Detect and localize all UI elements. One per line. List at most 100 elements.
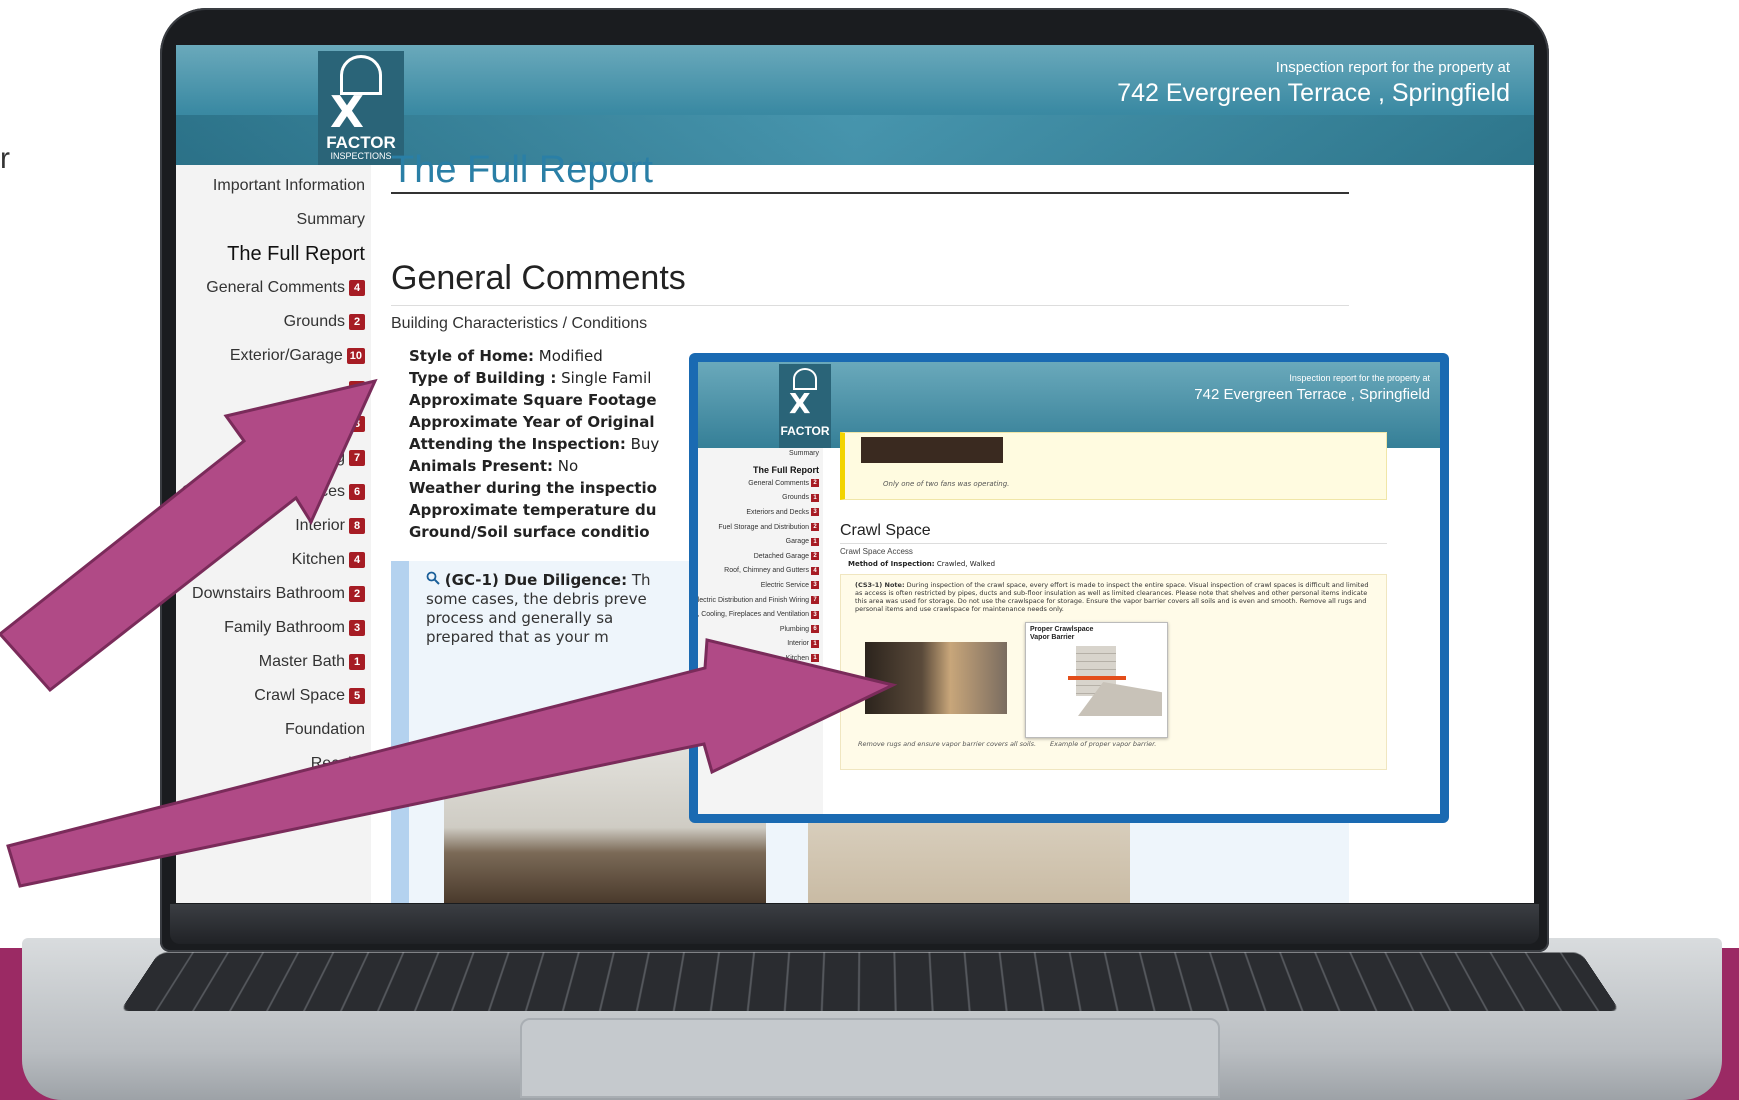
count-badge: 1 xyxy=(349,654,365,670)
sidebar-item[interactable]: Grounds 2 xyxy=(284,313,365,331)
inset-sidebar-item[interactable]: Roof, Chimney and Gutters 4 xyxy=(724,566,819,575)
count-badge: 3 xyxy=(349,381,365,397)
sidebar-item[interactable]: Crawl Space 5 xyxy=(254,687,365,705)
count-badge: 6 xyxy=(349,484,365,500)
count-badge: 6 xyxy=(811,625,819,634)
inset-sidebar-item[interactable]: The Full Report xyxy=(753,465,819,475)
inset-header-subtitle: Inspection report for the property at xyxy=(1289,373,1430,383)
sidebar-item[interactable]: General Comments 4 xyxy=(206,279,365,297)
sidebar-item[interactable]: cal 3 xyxy=(325,415,365,433)
characteristic-label: Animals Present: xyxy=(409,457,553,475)
inset-sidebar-item[interactable]: Electric Distribution and Finish Wiring 7 xyxy=(698,596,819,604)
sidebar-item[interactable]: Receipt xyxy=(311,755,365,773)
inset-crawlspace-photo[interactable] xyxy=(865,642,1007,714)
inset-sidebar-item[interactable]: Detached Garage 2 xyxy=(754,552,819,561)
inset-sidebar-item-label: Roof, Chimney and Gutters xyxy=(724,567,809,575)
subsection-heading: Building Characteristics / Conditions xyxy=(391,315,648,332)
inset-sidebar-item[interactable]: General Comments 2 xyxy=(748,479,819,488)
sidebar-item[interactable]: 3 xyxy=(345,381,365,397)
inset-sidebar-item-label: Plumbing xyxy=(779,625,809,633)
sidebar-item-label: Family Bathroom xyxy=(224,619,345,636)
sidebar-item[interactable]: umbing 7 xyxy=(293,449,365,467)
count-badge: 1 xyxy=(811,683,819,692)
characteristic-label: Ground/Soil surface conditio xyxy=(409,523,650,541)
inset-photo-caption: Only one of two fans was operating. xyxy=(883,480,1010,488)
inset-sidebar-item-label: Contracts xyxy=(789,712,819,720)
inset-sidebar-item-label: Summary xyxy=(789,450,819,457)
count-badge: 1 xyxy=(811,639,819,648)
inset-sidebar-item[interactable]: Summary xyxy=(789,450,819,457)
sidebar-item[interactable]: Foundation xyxy=(285,721,365,739)
laptop-trackpad xyxy=(520,1018,1220,1098)
sidebar-item[interactable]: Interior 8 xyxy=(295,517,365,535)
inset-logo[interactable]: X FACTOR xyxy=(779,364,831,448)
count-badge: 2 xyxy=(349,314,365,330)
inset-sidebar-item[interactable]: Attic 1 xyxy=(795,669,819,677)
sidebar-item[interactable]: Summary xyxy=(297,211,365,229)
header-subtitle: Inspection report for the property at xyxy=(1275,59,1510,76)
inset-section-title: Crawl Space xyxy=(840,522,931,539)
sidebar-item[interactable]: Downstairs Bathroom 2 xyxy=(192,585,365,603)
sidebar-item-label: Foundation xyxy=(284,721,365,738)
logo[interactable]: X FACTOR INSPECTIONS xyxy=(318,51,404,165)
title-divider xyxy=(391,192,1349,194)
inset-sidebar-item[interactable]: Interior 1 xyxy=(787,639,819,648)
inset-screenshot: X FACTOR Inspection report for the prope… xyxy=(689,353,1449,823)
inset-method: Method of Inspection: Crawled, Walked xyxy=(848,560,995,568)
inset-photo[interactable] xyxy=(861,437,1003,463)
sidebar-item[interactable]: Exterior/Garage 10 xyxy=(230,347,365,365)
inset-sidebar-item-label: Attic xyxy=(795,669,809,677)
inset-subsection-heading: Crawl Space Access xyxy=(840,547,913,556)
inset-sidebar-item-label: Heating, Cooling, Fireplaces and Ventila… xyxy=(698,611,809,619)
sidebar-item-label: Receipt xyxy=(310,755,365,772)
inset-sidebar-item-label: Interior xyxy=(787,640,809,648)
inset-sidebar-item[interactable]: Fuel Storage and Distribution 2 xyxy=(718,523,819,531)
characteristic-label: Approximate temperature du xyxy=(409,501,657,519)
sidebar-item[interactable]: Important Information xyxy=(213,177,365,195)
characteristic-label: Approximate Year of Original xyxy=(409,413,655,431)
inset-sidebar-item[interactable]: Heating, Cooling, Fireplaces and Ventila… xyxy=(698,610,819,619)
characteristic-label: Approximate Square Footage xyxy=(409,391,657,409)
inset-sidebar-item[interactable]: Crawl Space 1 xyxy=(769,683,819,692)
sidebar-item[interactable]: Master Bath 1 xyxy=(259,653,365,671)
inset-sidebar-item[interactable]: Kitchen 1 xyxy=(786,654,819,663)
count-badge: 2 xyxy=(811,479,819,488)
sidebar-item[interactable]: Family Bathroom 3 xyxy=(224,619,365,637)
inset-sidebar-item[interactable]: Structure and Basement 1 xyxy=(734,698,819,707)
inset-divider xyxy=(840,543,1387,544)
sidebar-item-label: Crawl Space xyxy=(254,687,345,704)
inset-note-body: During inspection of the crawl space, ev… xyxy=(855,581,1369,613)
sidebar-item[interactable]: ting, Cooling and Fireplaces6 xyxy=(176,483,365,501)
sidebar-item-label: Downstairs Bathroom xyxy=(192,585,345,602)
count-badge: 3 xyxy=(349,416,365,432)
sidebar-item-label: Kitchen xyxy=(291,551,345,568)
comment-line: process and generally sa xyxy=(426,609,614,627)
inset-sidebar-item-label: Fuel Storage and Distribution xyxy=(718,523,809,531)
inset-sidebar-item[interactable]: Exteriors and Decks 3 xyxy=(746,508,819,517)
inset-logo-mark: X xyxy=(789,387,811,420)
characteristic-value: Modified xyxy=(534,347,603,365)
inset-screen: X FACTOR Inspection report for the prope… xyxy=(698,362,1440,814)
inset-sidebar-item-label: General Comments xyxy=(748,479,809,487)
count-badge: 3 xyxy=(811,581,819,590)
diagram-barrier xyxy=(1068,676,1126,680)
sidebar: Important Information Summary The Full Rep… xyxy=(176,165,371,903)
laptop-hinge xyxy=(170,904,1539,944)
sidebar-item-label: Grounds xyxy=(283,313,345,330)
inset-sidebar-item[interactable]: Grounds 1 xyxy=(782,493,819,502)
inset-logo-brand: FACTOR xyxy=(780,424,830,438)
count-badge: 1 xyxy=(811,537,819,546)
characteristic-row: Style of Home: Modified xyxy=(409,345,659,367)
inset-method-value: Crawled, Walked xyxy=(934,560,996,568)
sidebar-item[interactable]: The Full Report xyxy=(227,243,365,266)
characteristic-label: Attending the Inspection: xyxy=(409,435,626,453)
inset-sidebar-item[interactable]: Garage 1 xyxy=(785,537,819,546)
sidebar-item-label: Master Bath xyxy=(258,653,345,670)
inset-sidebar-item[interactable]: Plumbing 6 xyxy=(779,625,819,634)
inset-sidebar-item-label: Garage xyxy=(785,538,809,546)
inset-sidebar-item[interactable]: Contracts xyxy=(789,713,819,720)
characteristics-list: Style of Home: Modified Type of Building … xyxy=(409,345,659,543)
sidebar-item[interactable]: Kitchen 4 xyxy=(292,551,365,569)
sidebar-item-label: The Full Report xyxy=(227,243,365,265)
inset-sidebar-item[interactable]: Electric Service 3 xyxy=(761,581,819,590)
